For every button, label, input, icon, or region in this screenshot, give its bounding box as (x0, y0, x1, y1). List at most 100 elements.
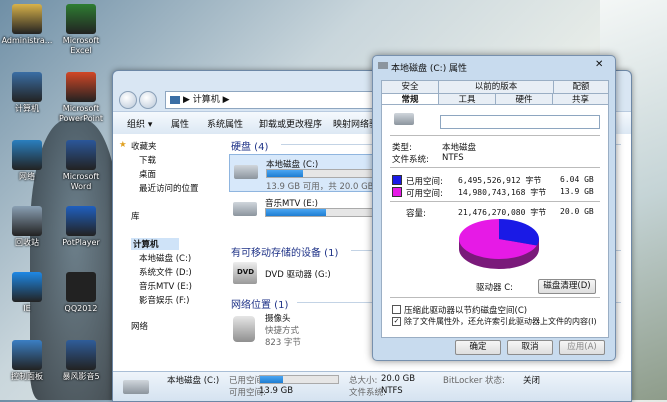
hard-drive-icon (123, 380, 149, 394)
desktop-icon[interactable]: PotPlayer (54, 206, 108, 248)
ok-button[interactable]: 确定 (455, 340, 501, 355)
favorites-icon: ★ (119, 140, 127, 150)
address-bar[interactable]: ▶ 计算机 ▶ (165, 91, 407, 109)
uninstall-command[interactable]: 卸载或更改程序 (259, 117, 322, 130)
desktop-icon[interactable]: 网络 (0, 140, 54, 182)
desktop-icon-label: 回收站 (15, 238, 39, 247)
drive-e-usage-bar (265, 208, 387, 217)
camera-size: 823 字节 (265, 338, 301, 348)
properties-command[interactable]: 属性 (171, 117, 189, 130)
app-icon (12, 140, 42, 170)
computer-icon (170, 95, 180, 104)
desktop-icon-label: Administra... (1, 36, 53, 45)
nav-drive-d[interactable]: 系统文件 (D:) (139, 266, 192, 278)
divider (390, 297, 600, 298)
hard-drive-icon (234, 165, 258, 179)
desktop-icon-label: Microsoft Excel (62, 36, 100, 55)
capacity-gb: 20.0 GB (560, 207, 594, 216)
tab-security[interactable]: 安全 (381, 80, 439, 94)
nav-drive-f[interactable]: 影音娱乐 (F:) (139, 294, 189, 306)
index-checkbox[interactable]: ✓ (392, 317, 401, 326)
apply-button[interactable]: 应用(A) (559, 340, 605, 355)
properties-dialog: 本地磁盘 (C:) 属性 ✕ 安全 以前的版本 配额 常规 工具 硬件 共享 类… (372, 55, 616, 361)
details-bitlocker-label: BitLocker 状态: (443, 376, 505, 386)
nav-drive-c[interactable]: 本地磁盘 (C:) (139, 252, 191, 264)
details-total-label: 总大小: (349, 376, 378, 386)
camera-icon (233, 316, 255, 342)
used-color-swatch (392, 175, 402, 185)
navigation-pane: ★ 收藏夹 下载 桌面 最近访问的位置 库 计算机 本地磁盘 (C:) 系统文件… (113, 134, 221, 401)
desktop-icon-label: PotPlayer (62, 238, 100, 247)
desktop-icon-label: QQ2012 (64, 304, 98, 313)
app-icon (12, 72, 42, 102)
used-gb: 6.04 GB (560, 175, 594, 184)
free-gb: 13.9 GB (560, 187, 594, 196)
app-icon (66, 340, 96, 370)
disk-cleanup-button[interactable]: 磁盘清理(D) (538, 279, 596, 294)
desktop-icon[interactable]: Microsoft Word (54, 140, 108, 192)
nav-computer[interactable]: 计算机 (131, 238, 179, 250)
desktop-icon[interactable]: 控制面板 (0, 340, 54, 382)
desktop-icon[interactable]: Administra... (0, 4, 54, 46)
system-properties-command[interactable]: 系统属性 (207, 117, 243, 130)
divider (390, 201, 600, 202)
desktop-icon-label: Microsoft PowerPoint (58, 104, 104, 123)
dialog-title: 本地磁盘 (C:) 属性 (391, 64, 468, 74)
app-icon (66, 272, 96, 302)
capacity-label: 容量: (406, 209, 426, 219)
nav-network[interactable]: 网络 (131, 320, 148, 332)
details-free-value: 13.9 GB (259, 386, 294, 396)
nav-library[interactable]: 库 (131, 210, 140, 222)
volume-label-input[interactable] (440, 115, 600, 129)
back-button[interactable] (119, 91, 137, 109)
cancel-button[interactable]: 取消 (507, 340, 553, 355)
desktop-icon-label: IE (23, 304, 31, 313)
details-usage-bar (259, 375, 339, 384)
tab-quota[interactable]: 配额 (553, 80, 609, 94)
app-icon (12, 206, 42, 236)
forward-button[interactable] (139, 91, 157, 109)
desktop-icon[interactable]: IE (0, 272, 54, 314)
details-bitlocker-value: 关闭 (523, 376, 541, 386)
details-pane: 本地磁盘 (C:) 已用空间: 可用空间: 13.9 GB 总大小: 20.0 … (113, 371, 631, 401)
app-icon (66, 4, 96, 34)
desktop-icon[interactable]: 回收站 (0, 206, 54, 248)
app-icon (12, 4, 42, 34)
nav-favorites[interactable]: 收藏夹 (131, 140, 157, 152)
nav-drive-e[interactable]: 音乐MTV (E:) (139, 280, 192, 292)
desktop-icon[interactable]: Microsoft PowerPoint (54, 72, 108, 124)
index-label: 除了文件属性外，还允许索引此驱动器上文件的内容(I) (404, 317, 597, 326)
disk-usage-pie (459, 219, 539, 269)
desktop-icon[interactable]: 暴风影音5 (54, 340, 108, 382)
fs-value: NTFS (442, 153, 464, 163)
nav-recent[interactable]: 最近访问的位置 (139, 182, 199, 194)
desktop-icon[interactable]: 计算机 (0, 72, 54, 114)
used-bytes: 6,495,526,912 字节 (458, 176, 542, 185)
drive-c-usage-bar (266, 169, 388, 178)
nav-downloads[interactable]: 下载 (139, 154, 156, 166)
drive-icon (378, 62, 388, 69)
desktop-icon-label: 网络 (19, 172, 35, 181)
organize-menu[interactable]: 组织 ▾ (127, 117, 152, 130)
drive-label: 驱动器 C: (476, 283, 514, 293)
section-network-locations[interactable]: 网络位置 (1) (231, 296, 288, 311)
free-label: 可用空间: (406, 189, 443, 199)
breadcrumb[interactable]: ▶ 计算机 ▶ (183, 95, 230, 105)
details-total-value: 20.0 GB (381, 374, 416, 384)
desktop-icon-label: 计算机 (15, 104, 39, 113)
desktop-icon-label: 控制面板 (11, 372, 43, 381)
close-icon[interactable]: ✕ (595, 59, 603, 70)
camera-name: 摄像头 (265, 314, 291, 324)
camera-type: 快捷方式 (265, 326, 300, 336)
tab-previous-versions[interactable]: 以前的版本 (438, 80, 554, 94)
compress-checkbox[interactable] (392, 305, 401, 314)
section-hard-disks[interactable]: 硬盘 (4) (231, 138, 268, 153)
section-removable[interactable]: 有可移动存储的设备 (1) (231, 244, 338, 259)
desktop-icon[interactable]: Microsoft Excel (54, 4, 108, 56)
compress-label: 压缩此驱动器以节约磁盘空间(C) (404, 306, 528, 316)
desktop-icon[interactable]: QQ2012 (54, 272, 108, 314)
app-icon (12, 340, 42, 370)
divider (390, 167, 600, 168)
app-icon (66, 72, 96, 102)
nav-desktop[interactable]: 桌面 (139, 168, 156, 180)
